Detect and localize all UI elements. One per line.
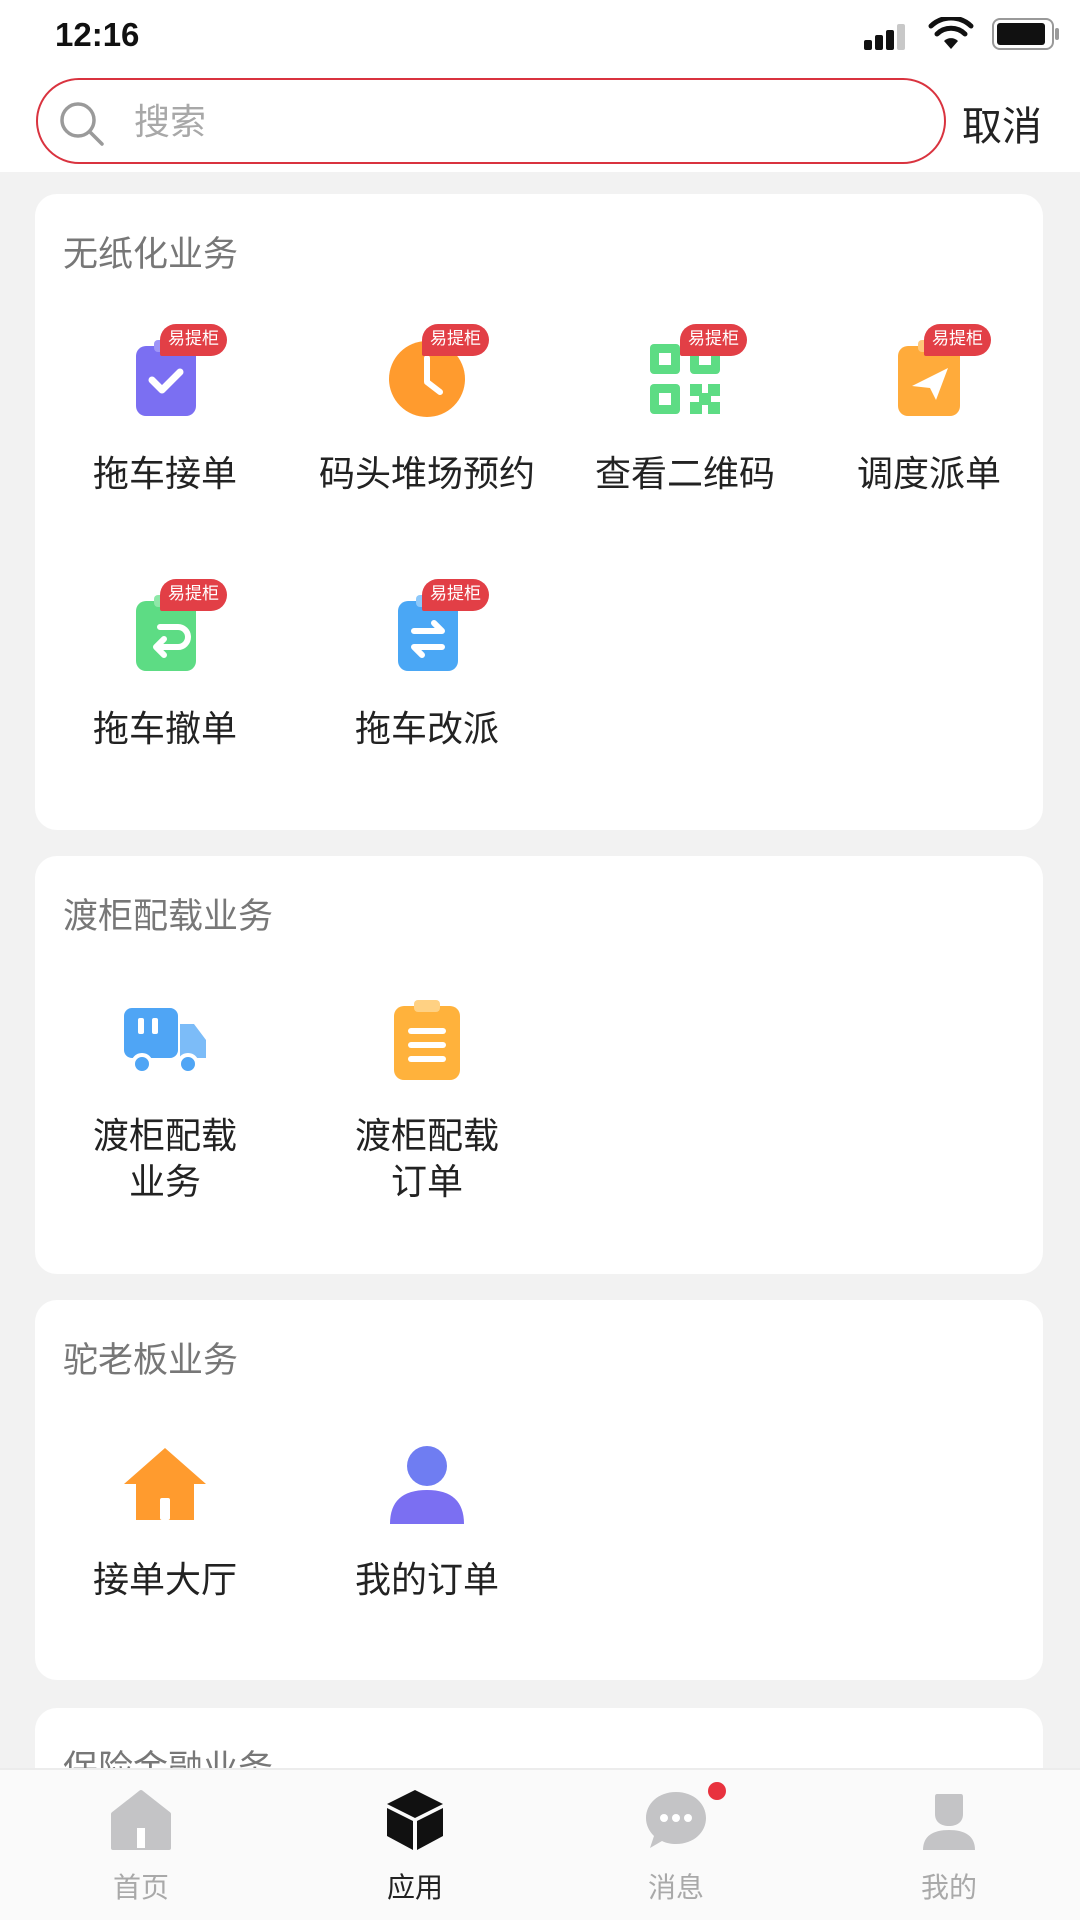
yitigui-badge: 易提柜 [680, 324, 747, 356]
bottom-tab-bar: 首页 应用 消息 我的 [0, 1768, 1080, 1920]
section-title: 无纸化业务 [63, 235, 239, 275]
yitigui-badge: 易提柜 [160, 324, 227, 356]
battery-icon [992, 18, 1059, 50]
tab-label: 消息 [647, 1871, 704, 1904]
yitigui-badge: 易提柜 [422, 579, 489, 611]
app-label: 拖车改派 [354, 709, 499, 750]
paper-plane-icon: 易提柜 [884, 324, 991, 424]
app-ferry-stowage-business[interactable]: 渡柜配载 业务 [35, 996, 295, 1206]
app-terminal-yard-booking[interactable]: 易提柜 码头堆场预约 [297, 324, 557, 498]
cellular-signal-icon [864, 24, 908, 50]
cube-icon [383, 1788, 447, 1852]
clipboard-undo-icon: 易提柜 [120, 579, 227, 679]
app-label: 我的订单 [354, 1560, 499, 1601]
tab-mine[interactable]: 我的 [849, 1788, 1049, 1906]
cancel-button[interactable]: 取消 [962, 94, 1042, 152]
app-label: 拖车撤单 [92, 709, 237, 750]
app-dispatch-order[interactable]: 易提柜 调度派单 [799, 324, 1059, 498]
section-ferry-stowage: 渡柜配载业务 渡柜配载 业务 渡柜配载 订单 [35, 856, 1043, 1274]
tab-home[interactable]: 首页 [41, 1788, 241, 1906]
section-tuo-boss: 驼老板业务 接单大厅 我的订单 [35, 1300, 1043, 1680]
search-input[interactable] [134, 92, 894, 152]
app-label: 码头堆场预约 [318, 454, 535, 495]
tab-label: 首页 [112, 1871, 169, 1904]
home-icon [109, 1788, 173, 1852]
app-view-qr-code[interactable]: 易提柜 查看二维码 [555, 324, 815, 498]
clock-icon: 易提柜 [382, 324, 489, 424]
app-order-hall[interactable]: 接单大厅 [35, 1440, 295, 1604]
app-label: 拖车接单 [92, 454, 237, 495]
tab-label: 我的 [920, 1871, 977, 1904]
yitigui-badge: 易提柜 [422, 324, 489, 356]
tab-apps[interactable]: 应用 [315, 1788, 515, 1906]
section-title: 渡柜配载业务 [63, 897, 274, 937]
tab-messages[interactable]: 消息 [576, 1782, 776, 1906]
app-tow-cancel-order[interactable]: 易提柜 拖车撤单 [35, 579, 295, 753]
person-icon [382, 1440, 472, 1530]
yitigui-badge: 易提柜 [924, 324, 991, 356]
search-box[interactable] [36, 78, 946, 164]
app-label: 渡柜配载 业务 [92, 1116, 237, 1203]
section-paperless: 无纸化业务 易提柜 拖车接单 易提柜 码头堆场预约 易提柜 查看二维码 易提柜 … [35, 194, 1043, 830]
unread-dot [708, 1782, 726, 1800]
tab-label: 应用 [386, 1871, 443, 1904]
app-tow-accept-order[interactable]: 易提柜 拖车接单 [35, 324, 295, 498]
app-ferry-stowage-order[interactable]: 渡柜配载 订单 [297, 996, 557, 1206]
profile-icon [917, 1788, 981, 1852]
status-time: 12:16 [55, 16, 140, 53]
clipboard-list-icon [382, 996, 472, 1086]
search-bar: 取消 [0, 72, 1080, 172]
clipboard-swap-icon: 易提柜 [382, 579, 489, 679]
app-label: 渡柜配载 订单 [354, 1116, 499, 1203]
app-tow-reassign[interactable]: 易提柜 拖车改派 [297, 579, 557, 753]
yitigui-badge: 易提柜 [160, 579, 227, 611]
house-icon [120, 1440, 210, 1530]
search-icon [60, 102, 104, 146]
qr-code-icon: 易提柜 [640, 324, 747, 424]
app-label: 接单大厅 [92, 1560, 237, 1601]
truck-icon [120, 996, 210, 1086]
section-title: 驼老板业务 [63, 1341, 239, 1381]
wifi-icon [928, 17, 974, 49]
app-my-orders[interactable]: 我的订单 [297, 1440, 557, 1604]
chat-bubble-icon [644, 1782, 726, 1852]
app-label: 调度派单 [856, 454, 1001, 495]
app-label: 查看二维码 [594, 454, 775, 495]
clipboard-check-icon: 易提柜 [120, 324, 227, 424]
